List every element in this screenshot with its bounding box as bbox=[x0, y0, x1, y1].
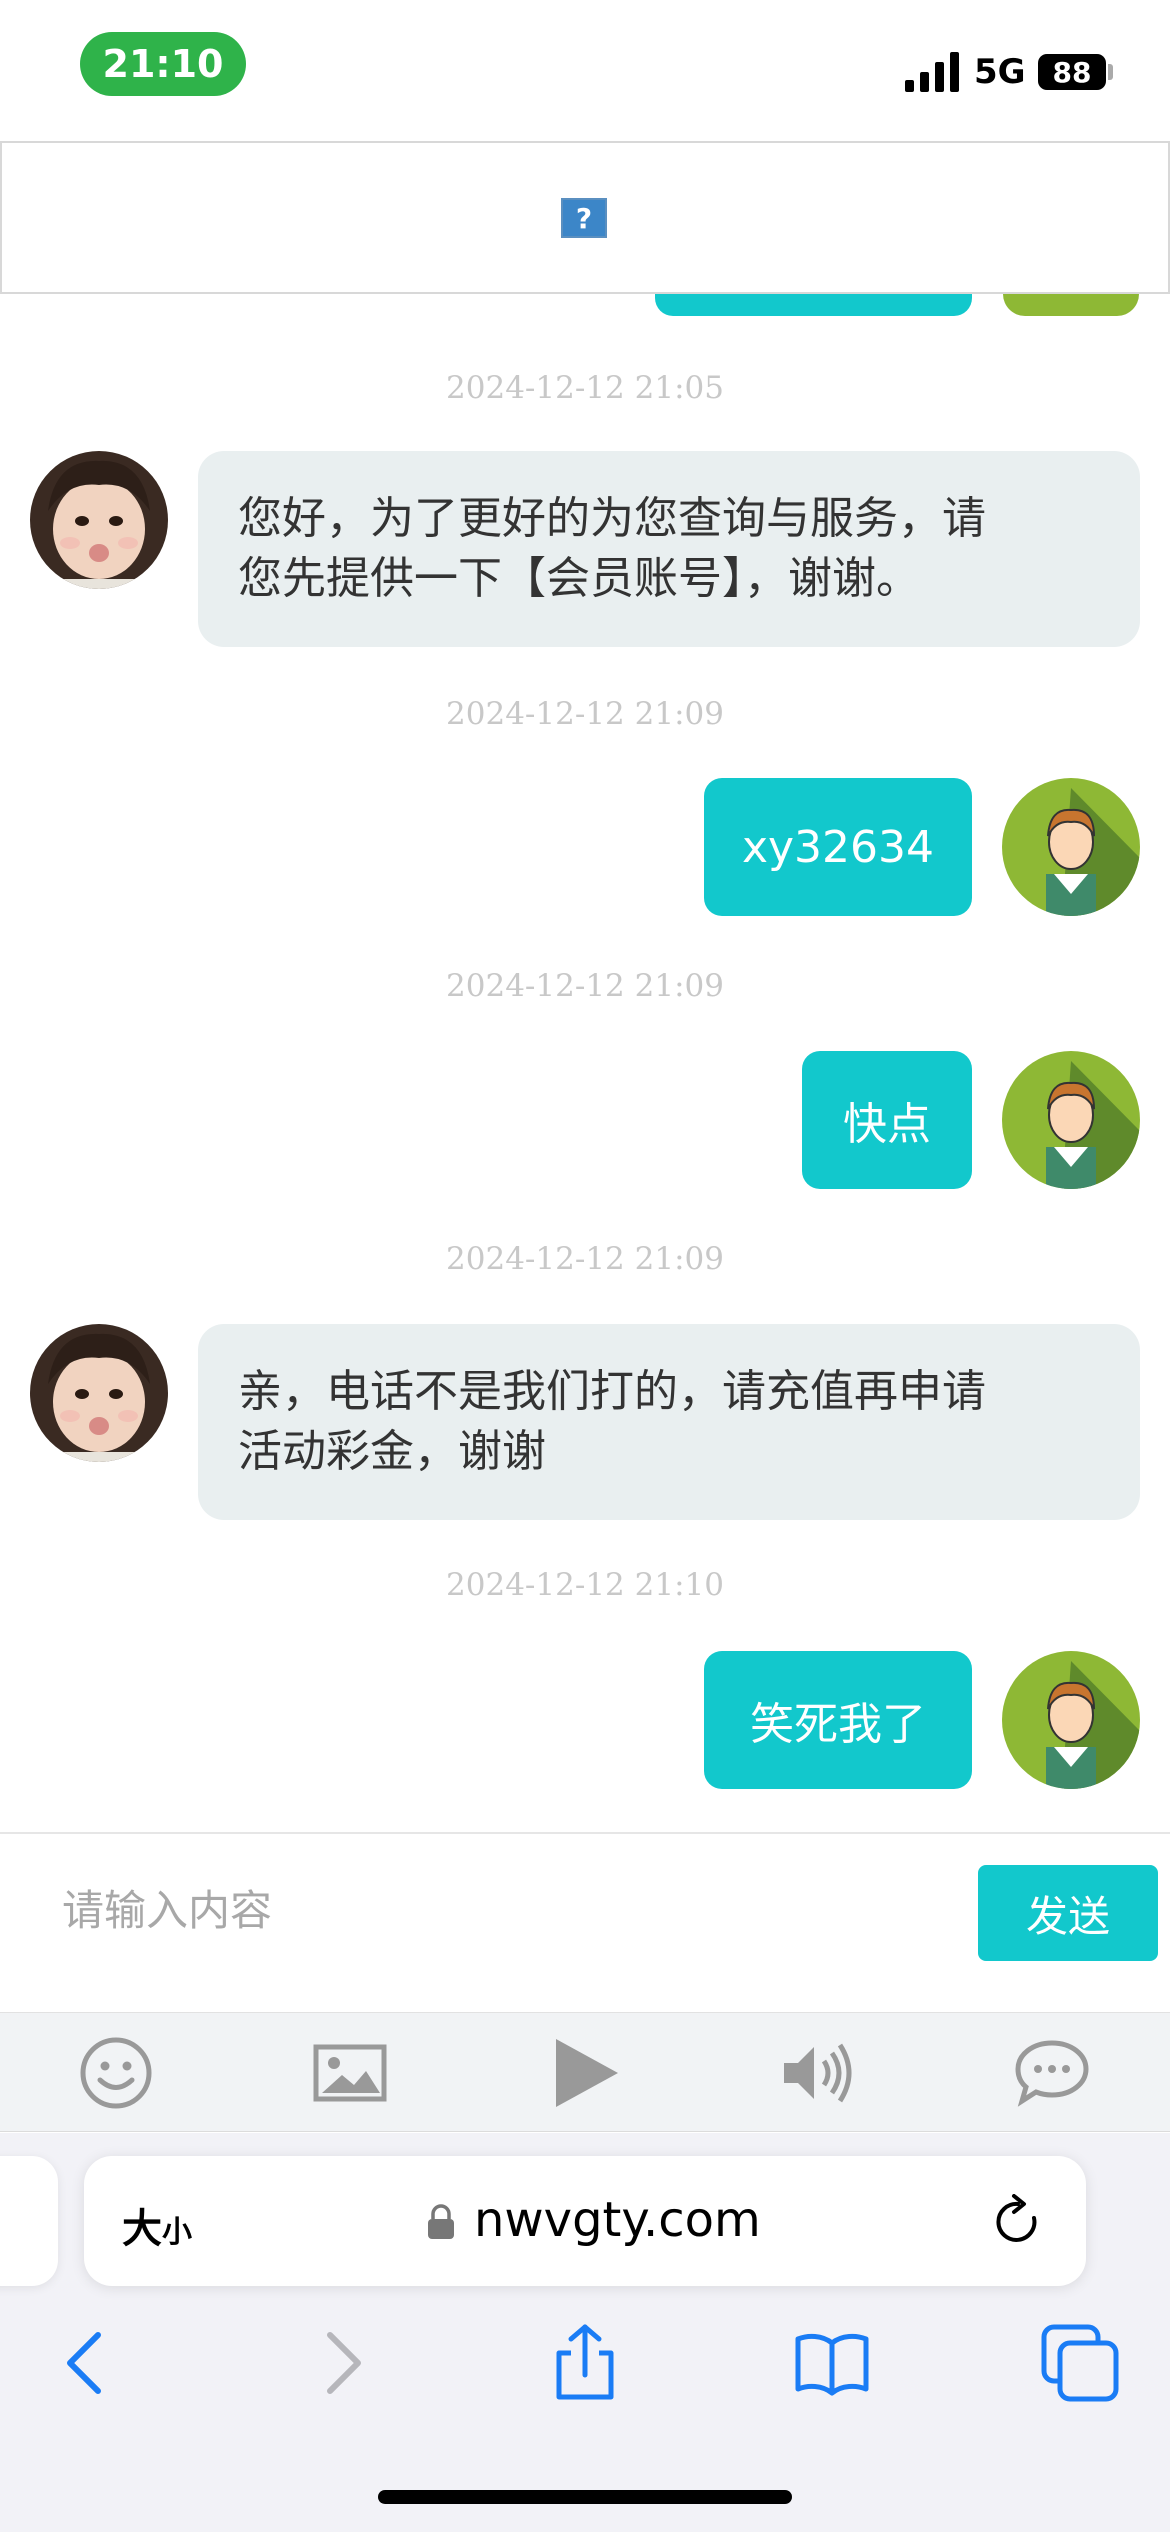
user-message-bubble: 快点 bbox=[802, 1051, 972, 1189]
message-line: 亲，电话不是我们打的，请充值再申请 bbox=[238, 1366, 986, 1417]
user-avatar[interactable] bbox=[1002, 1651, 1140, 1789]
user-avatar[interactable] bbox=[1002, 1051, 1140, 1189]
cellular-signal-icon bbox=[905, 52, 959, 92]
agent-message-bubble: 您好，为了更好的为您查询与服务，请 您先提供一下【会员账号】，谢谢。 bbox=[198, 451, 1140, 647]
tabs-icon[interactable] bbox=[1040, 2323, 1120, 2403]
agent-avatar[interactable] bbox=[30, 451, 168, 589]
user-person-icon bbox=[1002, 778, 1140, 916]
text-size-label-small: 小 bbox=[162, 2215, 192, 2250]
user-avatar[interactable] bbox=[1002, 778, 1140, 916]
child-avatar-icon bbox=[30, 1324, 168, 1462]
message-line: 活动彩金，谢谢 bbox=[238, 1426, 546, 1477]
message-input[interactable] bbox=[30, 1855, 950, 1965]
user-person-icon bbox=[1002, 1651, 1140, 1789]
bookmarks-icon[interactable] bbox=[792, 2323, 872, 2403]
text-size-button[interactable]: 大小 bbox=[122, 2196, 192, 2254]
text-size-label-big: 大 bbox=[122, 2206, 162, 2252]
lock-icon bbox=[428, 2204, 454, 2239]
child-avatar-icon bbox=[30, 451, 168, 589]
message-timestamp: 2024-12-12 21:09 bbox=[446, 968, 724, 1004]
speaker-icon[interactable] bbox=[780, 2035, 856, 2111]
forward-icon[interactable] bbox=[300, 2323, 380, 2403]
agent-avatar[interactable] bbox=[30, 1324, 168, 1462]
user-message-bubble: xy32634 bbox=[704, 778, 972, 916]
send-button[interactable]: 发送 bbox=[978, 1865, 1158, 1961]
emoji-icon[interactable] bbox=[78, 2035, 154, 2111]
message-line: 您先提供一下【会员账号】，谢谢。 bbox=[238, 553, 920, 604]
message-timestamp: 2024-12-12 21:09 bbox=[446, 696, 724, 732]
network-type: 5G bbox=[974, 52, 1026, 92]
image-icon[interactable] bbox=[312, 2035, 388, 2111]
url-text[interactable]: nwvgty.com bbox=[474, 2192, 761, 2248]
previous-message-bubble bbox=[655, 294, 972, 316]
message-timestamp: 2024-12-12 21:09 bbox=[446, 1241, 724, 1277]
play-icon[interactable] bbox=[546, 2035, 622, 2111]
message-timestamp: 2024-12-12 21:05 bbox=[446, 370, 724, 406]
battery-cap bbox=[1108, 64, 1113, 80]
message-line: 您好，为了更好的为您查询与服务，请 bbox=[238, 493, 986, 544]
broken-image-icon: ? bbox=[561, 198, 607, 238]
reload-icon[interactable] bbox=[990, 2194, 1046, 2250]
agent-message-bubble: 亲，电话不是我们打的，请充值再申请 活动彩金，谢谢 bbox=[198, 1324, 1140, 1520]
chat-bubble-icon[interactable] bbox=[1014, 2035, 1090, 2111]
share-icon[interactable] bbox=[545, 2323, 625, 2403]
previous-tab-preview[interactable] bbox=[0, 2156, 58, 2286]
back-icon[interactable] bbox=[48, 2323, 128, 2403]
message-timestamp: 2024-12-12 21:10 bbox=[446, 1567, 724, 1603]
user-message-bubble: 笑死我了 bbox=[704, 1651, 972, 1789]
previous-user-avatar bbox=[1003, 294, 1139, 316]
battery-indicator: 88 bbox=[1038, 54, 1106, 90]
home-indicator bbox=[378, 2490, 792, 2504]
composer-divider bbox=[0, 1832, 1170, 1834]
status-time: 21:10 bbox=[80, 32, 246, 96]
user-person-icon bbox=[1002, 1051, 1140, 1189]
